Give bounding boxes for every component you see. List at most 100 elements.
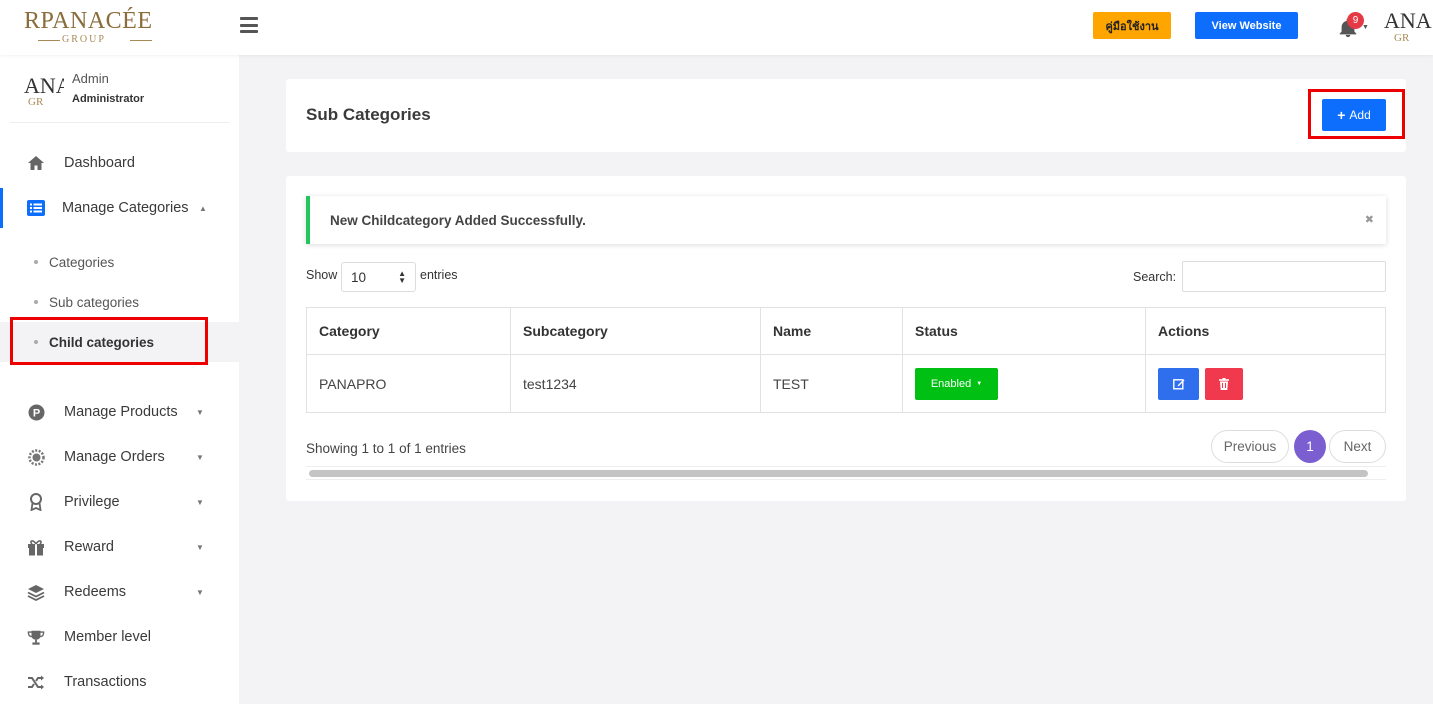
entries-per-page-select[interactable]: 10 ▲ ▼ bbox=[341, 262, 416, 292]
add-button[interactable]: + Add bbox=[1322, 99, 1386, 131]
award-icon bbox=[27, 493, 45, 511]
chevron-down-icon: ▼ bbox=[196, 587, 204, 597]
chevron-down-icon: ▼ bbox=[196, 407, 204, 417]
sidebar-item-manage-categories[interactable]: Manage Categories ▲ bbox=[0, 188, 239, 228]
search-input[interactable] bbox=[1182, 261, 1386, 292]
avatar-main-text: ANA bbox=[1384, 8, 1432, 33]
sidebar: ANA GR Admin Administrator Dashboard Man… bbox=[0, 55, 239, 704]
success-alert: New Childcategory Added Successfully. ✖ bbox=[306, 196, 1386, 244]
avatar: ANA GR bbox=[24, 73, 64, 113]
layers-icon bbox=[27, 583, 45, 601]
trash-icon bbox=[1218, 377, 1229, 390]
delete-button[interactable] bbox=[1204, 367, 1243, 400]
shuffle-icon bbox=[27, 673, 45, 691]
table-card: New Childcategory Added Successfully. ✖ … bbox=[286, 176, 1406, 501]
chevron-down-icon: ▼ bbox=[196, 452, 204, 462]
sidebar-item-label: Redeems bbox=[64, 584, 127, 600]
page-header-card: Sub Categories + Add bbox=[286, 79, 1406, 152]
show-label: Show bbox=[306, 268, 338, 282]
sidebar-user-panel: ANA GR Admin Administrator bbox=[10, 65, 229, 123]
sidebar-item-label: Manage Orders bbox=[64, 449, 165, 465]
column-header-subcategory[interactable]: Subcategory bbox=[510, 307, 761, 355]
cell-subcategory: test1234 bbox=[510, 354, 761, 413]
brand-logo[interactable]: RPANACÉE GROUP bbox=[24, 8, 154, 46]
table-row: PANAPRO test1234 TEST Enabled ▼ bbox=[306, 354, 1386, 413]
top-bar: RPANACÉE GROUP คู่มือใช้งาน View Website… bbox=[0, 0, 1433, 55]
sidebar-subitem-label: Categories bbox=[49, 254, 115, 270]
child-categories-table: Category Subcategory Name Status Actions… bbox=[306, 307, 1386, 413]
column-header-actions: Actions bbox=[1145, 307, 1386, 355]
sidebar-item-label: Privilege bbox=[64, 494, 120, 510]
cell-status: Enabled ▼ bbox=[902, 354, 1146, 413]
column-header-name[interactable]: Name bbox=[760, 307, 903, 355]
cell-actions bbox=[1145, 354, 1386, 413]
sidebar-subitem-categories[interactable]: Categories bbox=[0, 242, 239, 282]
chevron-up-icon: ▲ bbox=[199, 203, 207, 213]
gear-badge-icon bbox=[27, 448, 45, 466]
table-header-row: Category Subcategory Name Status Actions bbox=[306, 307, 1386, 355]
select-arrows-icon: ▲ ▼ bbox=[398, 269, 406, 285]
column-header-status[interactable]: Status bbox=[902, 307, 1146, 355]
sidebar-item-redeems[interactable]: Redeems ▼ bbox=[0, 572, 239, 612]
status-label: Enabled bbox=[930, 377, 972, 390]
edit-icon bbox=[1172, 378, 1184, 389]
user-name: Admin bbox=[72, 71, 109, 86]
chevron-down-icon[interactable]: ▼ bbox=[1362, 24, 1369, 31]
sidebar-item-label: Manage Categories bbox=[62, 200, 189, 216]
logo-divider-right bbox=[130, 40, 152, 41]
sidebar-subitem-child-categories[interactable]: Child categories bbox=[0, 322, 239, 362]
sidebar-item-reward[interactable]: Reward ▼ bbox=[0, 527, 239, 567]
trophy-icon bbox=[27, 628, 45, 646]
table-info-text: Showing 1 to 1 of 1 entries bbox=[306, 441, 466, 456]
chevron-down-icon: ▼ bbox=[196, 497, 204, 507]
pagination-next-button[interactable]: Next bbox=[1329, 430, 1386, 463]
logo-sub-text: GROUP bbox=[62, 34, 106, 45]
page-title: Sub Categories bbox=[306, 105, 431, 124]
plus-icon: + bbox=[1337, 107, 1346, 123]
entries-label: entries bbox=[420, 268, 458, 282]
search-label: Search: bbox=[1133, 270, 1177, 284]
sidebar-item-label: Dashboard bbox=[64, 155, 135, 171]
view-website-button[interactable]: View Website bbox=[1195, 12, 1298, 39]
sidebar-item-manage-products[interactable]: P Manage Products ▼ bbox=[0, 392, 239, 432]
sidebar-item-label: Member level bbox=[64, 629, 152, 645]
bullet-icon bbox=[34, 260, 38, 264]
gift-icon bbox=[27, 538, 45, 556]
svg-text:P: P bbox=[32, 407, 39, 419]
entries-select-value: 10 bbox=[351, 269, 367, 285]
user-avatar[interactable]: ANA GR bbox=[1384, 8, 1433, 48]
scrollbar-thumb[interactable] bbox=[309, 470, 1368, 477]
sidebar-item-label: Reward bbox=[64, 539, 114, 555]
sidebar-subitem-sub-categories[interactable]: Sub categories bbox=[0, 282, 239, 322]
chevron-down-icon: ▼ bbox=[976, 380, 983, 387]
logo-divider-left bbox=[38, 40, 60, 41]
edit-button[interactable] bbox=[1158, 367, 1199, 400]
avatar-sub-text: GR bbox=[28, 96, 44, 108]
pagination-page-1-button[interactable]: 1 bbox=[1294, 430, 1326, 463]
list-icon bbox=[27, 199, 45, 217]
sidebar-subitem-label: Sub categories bbox=[49, 294, 140, 310]
status-dropdown-button[interactable]: Enabled ▼ bbox=[915, 367, 998, 400]
menu-toggle-icon[interactable] bbox=[240, 17, 258, 33]
sidebar-subitem-label: Child categories bbox=[49, 334, 155, 350]
home-icon bbox=[27, 154, 45, 172]
avatar-sub-text: GR bbox=[1394, 32, 1410, 44]
bullet-icon bbox=[34, 300, 38, 304]
horizontal-scrollbar[interactable] bbox=[306, 466, 1386, 480]
close-icon[interactable]: ✖ bbox=[1365, 213, 1374, 226]
alert-message: New Childcategory Added Successfully. bbox=[330, 212, 586, 228]
logo-main-text: RPANACÉE bbox=[24, 8, 153, 34]
column-header-category[interactable]: Category bbox=[306, 307, 511, 355]
sidebar-item-transactions[interactable]: Transactions bbox=[0, 662, 239, 702]
sidebar-item-manage-orders[interactable]: Manage Orders ▼ bbox=[0, 437, 239, 477]
pagination-previous-button[interactable]: Previous bbox=[1211, 430, 1289, 463]
sidebar-item-dashboard[interactable]: Dashboard bbox=[0, 143, 239, 183]
sidebar-item-member-level[interactable]: Member level bbox=[0, 617, 239, 657]
sidebar-item-privilege[interactable]: Privilege ▼ bbox=[0, 482, 239, 522]
user-manual-button[interactable]: คู่มือใช้งาน bbox=[1093, 12, 1171, 39]
chevron-down-icon: ▼ bbox=[196, 542, 204, 552]
user-role: Administrator bbox=[72, 93, 145, 105]
cell-name: TEST bbox=[760, 354, 903, 413]
p-circle-icon: P bbox=[27, 403, 45, 421]
add-button-label: Add bbox=[1349, 108, 1371, 122]
